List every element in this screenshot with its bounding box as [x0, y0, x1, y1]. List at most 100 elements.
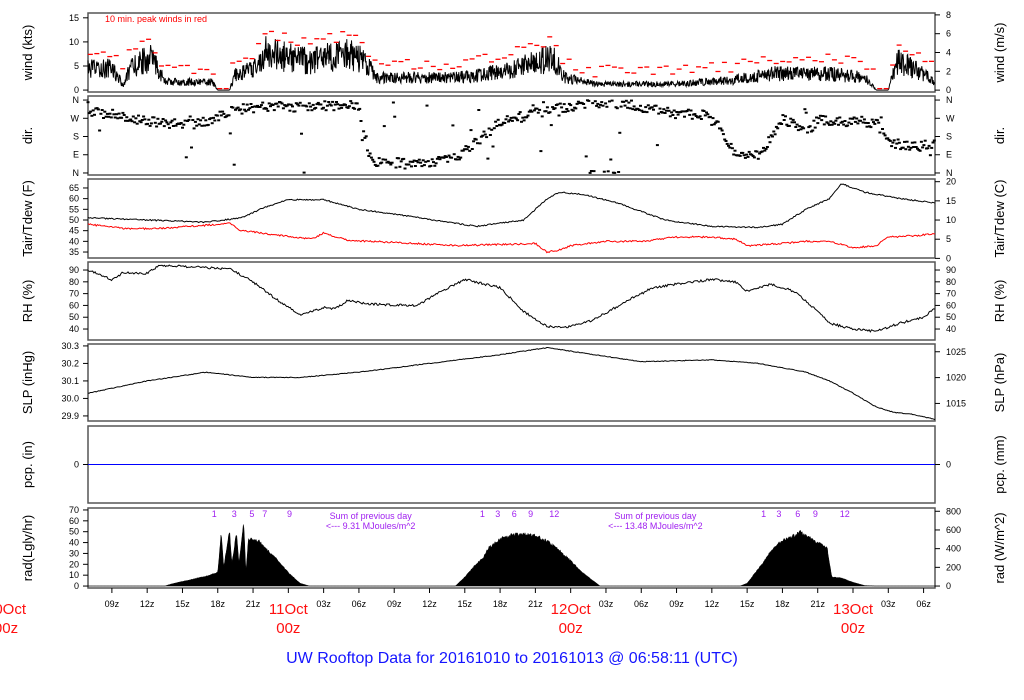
- direction-point: [240, 112, 244, 115]
- direction-point: [881, 128, 884, 130]
- direction-point: [99, 112, 103, 115]
- day-label-date: 12Oct: [551, 601, 592, 618]
- direction-point: [372, 160, 376, 163]
- direction-point: [878, 131, 882, 134]
- panel-radiation: 0102030405060700200400600800rad(Lgly/hr)…: [20, 505, 1007, 591]
- x-tick-label: 21z: [528, 599, 543, 609]
- x-tick-label: 03z: [316, 599, 331, 609]
- direction-point: [287, 103, 291, 106]
- direction-point: [771, 135, 774, 138]
- direction-point: [492, 127, 496, 130]
- direction-point: [327, 101, 331, 103]
- y-tick-label-right: 15: [946, 196, 956, 206]
- panel-temperature: 35404550556065 0 5 10 15 20 Tair/Tdew (F) Tair/…: [20, 177, 1007, 264]
- direction-point: [482, 130, 486, 133]
- direction-point: [89, 110, 93, 113]
- direction-point: [487, 127, 491, 130]
- direction-point: [869, 126, 873, 129]
- solar-hour-label: 1: [480, 509, 485, 519]
- direction-point: [450, 156, 454, 159]
- direction-point: [688, 113, 692, 116]
- direction-point: [244, 110, 248, 113]
- direction-point: [329, 104, 333, 107]
- solar-hour-label: 7: [262, 509, 267, 519]
- direction-point: [822, 123, 826, 126]
- direction-point: [199, 119, 203, 122]
- y-tick-label-left: 40: [69, 236, 79, 246]
- x-tick-label: 18z: [493, 599, 508, 609]
- direction-point: [890, 145, 894, 148]
- daily-sum-value: <--- 13.48 MJoules/m^2: [608, 521, 703, 531]
- direction-point: [747, 150, 751, 153]
- day-label-date: 11Oct: [269, 601, 309, 618]
- direction-point: [710, 123, 714, 126]
- y-axis-label-right: RH (%): [992, 280, 1007, 323]
- direction-point: [168, 126, 171, 129]
- direction-point: [477, 109, 481, 111]
- y-tick-label-left: N: [73, 168, 80, 178]
- direction-point: [417, 158, 421, 161]
- direction-point: [852, 116, 856, 119]
- direction-point: [359, 120, 363, 122]
- day-label-date: 13Oct: [833, 601, 874, 618]
- direction-point: [107, 115, 111, 118]
- direction-point: [676, 113, 680, 116]
- direction-point: [364, 135, 368, 138]
- direction-point: [870, 118, 874, 121]
- y-tick-label-left: 10: [69, 570, 79, 580]
- direction-point: [525, 116, 529, 119]
- direction-point: [188, 115, 192, 118]
- direction-point: [932, 139, 936, 142]
- direction-point: [367, 155, 371, 157]
- direction-point: [872, 121, 875, 124]
- direction-point: [117, 112, 121, 115]
- direction-point: [716, 120, 720, 123]
- direction-point: [834, 119, 838, 122]
- panel-humidity: 405060708090405060708090RH (%) RH (%): [20, 261, 1007, 341]
- y-tick-label-left: 60: [69, 516, 79, 526]
- direction-point: [369, 156, 373, 159]
- series-relative-humidity: [87, 264, 936, 333]
- y-tick-label-right: 90: [946, 265, 956, 275]
- direction-point: [719, 127, 723, 130]
- direction-point: [281, 107, 285, 110]
- direction-point: [137, 114, 140, 117]
- solar-hour-label: 1: [212, 509, 217, 519]
- solar-hour-label: 3: [776, 509, 781, 519]
- direction-point: [232, 163, 236, 166]
- direction-point: [564, 110, 567, 113]
- direction-point: [608, 100, 611, 103]
- direction-point: [122, 114, 126, 116]
- direction-point: [628, 107, 632, 110]
- y-tick-label-right: N: [946, 95, 953, 105]
- direction-point: [416, 161, 420, 164]
- direction-point: [675, 111, 679, 113]
- direction-point: [796, 129, 800, 132]
- y-axis-label-left: rad(Lgly/hr): [20, 515, 35, 581]
- direction-point: [522, 119, 526, 122]
- y-tick-label-right: 4: [946, 48, 951, 58]
- direction-point: [397, 157, 401, 160]
- x-tick-label: 03z: [599, 599, 614, 609]
- direction-point: [540, 115, 544, 118]
- direction-point: [644, 106, 648, 109]
- solar-hour-label: 1: [761, 509, 766, 519]
- direction-point: [510, 119, 514, 122]
- direction-point: [843, 120, 847, 122]
- y-tick-label-left: S: [73, 132, 79, 142]
- direction-point: [272, 109, 276, 112]
- direction-point: [896, 138, 900, 141]
- direction-point: [86, 101, 90, 104]
- direction-point: [146, 122, 149, 125]
- y-tick-label-left: 30: [69, 548, 79, 558]
- x-axis: 09z 12z 15z 18z 21z 03z 06z 09z 12z 15z 18z 21z 03z 0…: [0, 588, 931, 637]
- direction-point: [921, 146, 925, 149]
- y-axis-label-left: wind (kts): [20, 25, 35, 82]
- y-tick-label-left: 60: [69, 300, 79, 310]
- direction-point: [190, 146, 193, 149]
- y-tick-label-right: 5: [946, 234, 951, 244]
- direction-point: [535, 107, 539, 110]
- direction-point: [426, 160, 430, 163]
- direction-point: [732, 153, 736, 156]
- direction-point: [918, 149, 922, 152]
